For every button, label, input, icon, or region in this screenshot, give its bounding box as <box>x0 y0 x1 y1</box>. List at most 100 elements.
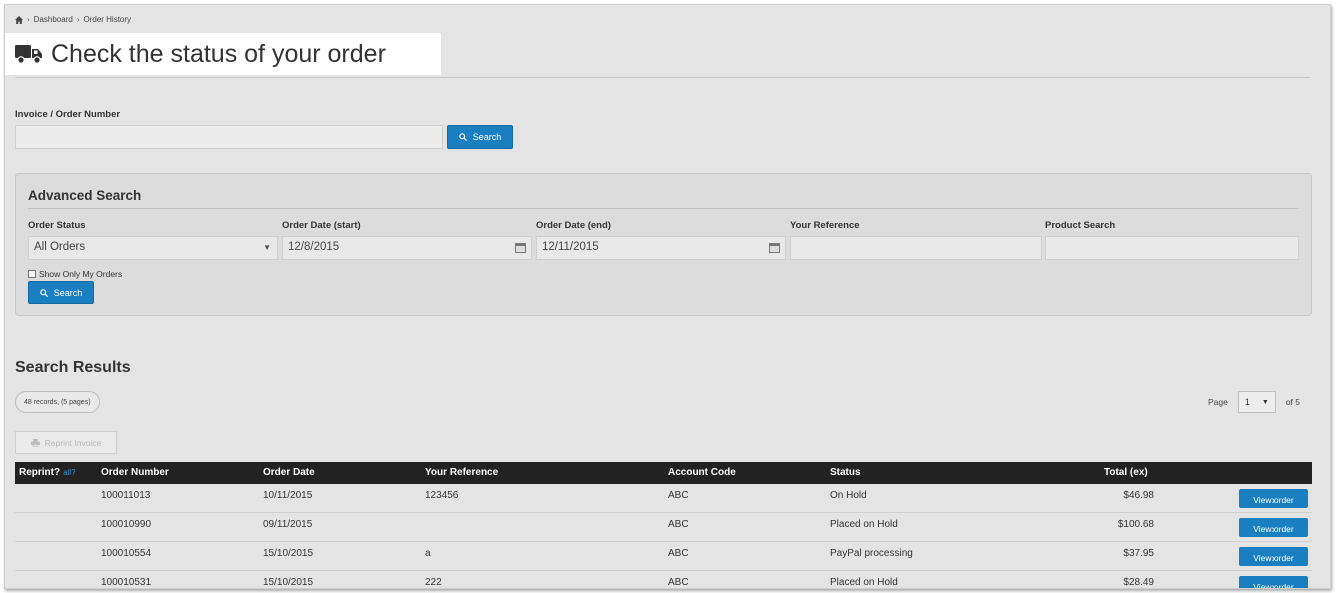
chevron-right-icon: › <box>1271 582 1276 589</box>
calendar-icon[interactable] <box>769 243 780 253</box>
page-select-value: 1 <box>1244 397 1250 407</box>
cell-order-number: 100011013 <box>101 490 151 501</box>
cell-account-code: ABC <box>668 519 689 530</box>
column-account-code[interactable]: Account Code <box>668 467 736 478</box>
product-search-label: Product Search <box>1045 220 1116 231</box>
order-date-end-input[interactable]: 12/11/2015 <box>536 236 786 260</box>
cell-status: PayPal processing <box>830 548 913 559</box>
orders-table: Reprint? all? Order Number Order Date You… <box>15 462 1312 589</box>
chevron-right-icon: › <box>1271 553 1276 565</box>
reprint-invoice-label: Reprint Invoice <box>44 437 102 448</box>
breadcrumb-separator: › <box>27 15 30 24</box>
order-status-label: Order Status <box>28 220 86 231</box>
invoice-number-label: Invoice / Order Number <box>15 109 121 120</box>
order-date-end-value: 12/11/2015 <box>542 241 599 253</box>
quick-search-button-label: Search <box>472 132 502 142</box>
table-body: 100011013 10/11/2015 123456 ABC On Hold $46.9… <box>15 484 1312 589</box>
product-search-input[interactable] <box>1045 236 1299 260</box>
column-order-date[interactable]: Order Date <box>263 467 315 478</box>
page-header: Check the status of your order <box>5 33 441 75</box>
order-status-select[interactable]: All Orders ▼ <box>28 236 278 260</box>
column-reprint: Reprint? all? <box>19 467 76 478</box>
page-title: Check the status of your order <box>51 39 386 68</box>
order-status-value: All Orders <box>34 241 86 253</box>
invoice-number-input[interactable] <box>15 125 443 149</box>
view-order-button[interactable]: View order › <box>1239 489 1308 508</box>
records-count: 48 records, (5 pages) <box>24 398 91 406</box>
page-select[interactable]: 1 ▼ <box>1237 391 1276 413</box>
advanced-search-divider <box>28 208 1299 209</box>
view-order-button[interactable]: View order › <box>1239 576 1308 589</box>
view-order-button[interactable]: View order › <box>1239 547 1308 566</box>
column-status[interactable]: Status <box>830 467 861 478</box>
table-header: Reprint? all? Order Number Order Date You… <box>15 462 1312 484</box>
cell-order-number: 100010531 <box>101 577 152 588</box>
cell-order-number: 100010990 <box>101 519 152 530</box>
your-reference-label: Your Reference <box>790 220 860 231</box>
order-date-start-input[interactable]: 12/8/2015 <box>282 236 532 260</box>
quick-search-button[interactable]: Search <box>447 125 513 149</box>
select-all-link[interactable]: all? <box>63 468 75 477</box>
search-icon <box>458 133 467 141</box>
chevron-right-icon: › <box>1271 524 1276 536</box>
view-order-button[interactable]: View order › <box>1239 518 1308 537</box>
your-reference-input[interactable] <box>790 236 1042 260</box>
cell-account-code: ABC <box>668 548 689 559</box>
column-your-reference[interactable]: Your Reference <box>425 467 498 478</box>
cell-total: $28.49 <box>1123 577 1154 588</box>
order-date-end-label: Order Date (end) <box>536 220 611 231</box>
cell-your-reference: 222 <box>425 577 442 588</box>
cell-order-date: 15/10/2015 <box>263 548 314 559</box>
print-icon <box>30 438 40 447</box>
cell-order-date: 10/11/2015 <box>263 490 313 501</box>
table-row: 100010990 09/11/2015 ABC Placed on Hold $100… <box>15 513 1312 542</box>
page-label: Page <box>1207 397 1228 407</box>
title-divider <box>15 77 1310 78</box>
cell-status: Placed on Hold <box>830 519 898 530</box>
cell-order-number: 100010554 <box>101 548 152 559</box>
cell-status: Placed on Hold <box>830 577 898 588</box>
home-icon[interactable] <box>15 15 23 24</box>
table-row: 100010531 15/10/2015 222 ABC Placed on Hold $… <box>15 571 1312 589</box>
search-results-title: Search Results <box>15 359 131 376</box>
cell-order-date: 09/11/2015 <box>263 519 313 530</box>
table-row: 100010554 15/10/2015 a ABC PayPal processing… <box>15 542 1312 571</box>
page-total-label: of 5 <box>1285 397 1300 407</box>
show-only-my-orders-checkbox[interactable] <box>28 270 36 278</box>
pager: Page 1 ▼ of 5 <box>1208 391 1300 413</box>
breadcrumb-dashboard[interactable]: Dashboard <box>34 15 73 24</box>
truck-icon <box>15 45 42 64</box>
cell-total: $46.98 <box>1123 490 1154 501</box>
advanced-search-panel: Advanced Search Order Status All Orders … <box>15 173 1312 316</box>
breadcrumb-order-history: Order History <box>83 15 132 24</box>
cell-total: $37.95 <box>1123 548 1154 559</box>
advanced-search-button[interactable]: Search <box>28 281 94 304</box>
order-history-page: › Dashboard › Order History Check the st… <box>4 4 1331 589</box>
cell-account-code: ABC <box>668 577 689 588</box>
table-row: 100011013 10/11/2015 123456 ABC On Hold $46.9… <box>15 484 1312 513</box>
breadcrumb: › Dashboard › Order History <box>15 15 131 24</box>
advanced-search-button-label: Search <box>53 287 83 298</box>
advanced-search-title: Advanced Search <box>28 188 142 203</box>
cell-status: On Hold <box>830 490 867 501</box>
column-total[interactable]: Total (ex) <box>1104 467 1148 478</box>
show-only-my-orders-label: Show Only My Orders <box>39 269 123 279</box>
order-date-start-value: 12/8/2015 <box>288 241 340 253</box>
search-icon <box>39 288 48 297</box>
column-reprint-label: Reprint? <box>19 467 61 478</box>
chevron-down-icon: ▼ <box>1261 398 1269 406</box>
cell-your-reference: 123456 <box>425 490 459 501</box>
cell-order-date: 15/10/2015 <box>263 577 314 588</box>
cell-your-reference: a <box>425 548 431 559</box>
records-count-badge: 48 records, (5 pages) <box>15 391 100 413</box>
chevron-down-icon: ▼ <box>263 243 271 252</box>
column-order-number[interactable]: Order Number <box>101 467 169 478</box>
cell-total: $100.68 <box>1117 519 1154 530</box>
order-date-start-label: Order Date (start) <box>282 220 361 231</box>
show-only-my-orders[interactable]: Show Only My Orders <box>28 269 122 279</box>
reprint-invoice-button[interactable]: Reprint Invoice <box>15 431 117 454</box>
calendar-icon[interactable] <box>515 243 526 253</box>
breadcrumb-separator: › <box>76 15 80 24</box>
cell-account-code: ABC <box>668 490 689 501</box>
chevron-right-icon: › <box>1271 495 1276 507</box>
